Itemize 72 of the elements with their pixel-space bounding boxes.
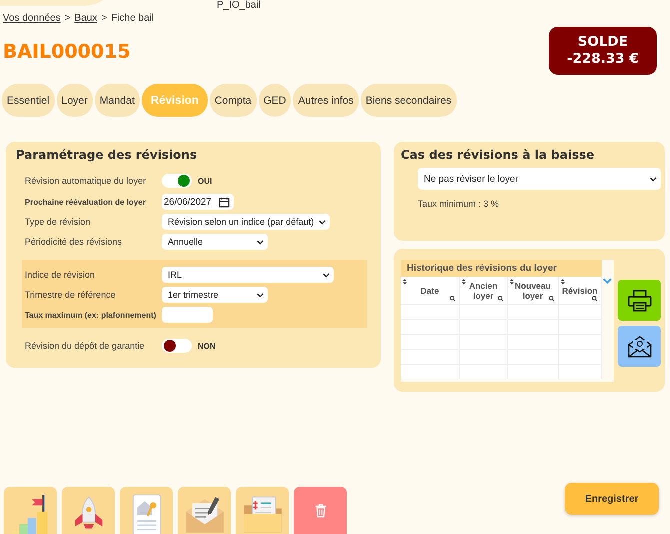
tab[interactable]: Compta (210, 84, 257, 117)
printer-icon (628, 290, 652, 312)
search-icon[interactable] (592, 296, 598, 302)
table-cell (401, 304, 460, 319)
calendar-icon[interactable] (219, 196, 230, 208)
dropdown[interactable]: IRL (162, 267, 334, 283)
app-title: P_IO_bail (217, 0, 261, 11)
panel-title: Paramétrage des révisions (16, 148, 198, 162)
toolbar-button[interactable] (62, 487, 115, 534)
sort-icon[interactable] (403, 279, 407, 285)
dropdown[interactable]: Révision selon un indice (par défaut) (162, 214, 330, 230)
dropdown[interactable]: Ne pas réviser le loyer (418, 168, 661, 190)
tab[interactable]: GED (258, 84, 292, 117)
breadcrumb-link[interactable]: Baux (74, 13, 98, 24)
sort-icon[interactable] (561, 279, 565, 285)
tab[interactable]: Mandat (94, 84, 140, 117)
chevron-down-icon (650, 176, 657, 182)
breadcrumb-link[interactable]: Vos données (3, 13, 61, 24)
minimum-rate-text: Taux minimum : 3 % (418, 199, 500, 209)
sort-icon[interactable] (462, 279, 466, 285)
table-cell (401, 364, 460, 379)
chevron-down-icon (323, 272, 330, 278)
field-label: Révision automatique du loyer (25, 176, 148, 186)
print-button[interactable] (618, 280, 661, 321)
toggle-switch[interactable] (162, 339, 192, 353)
column-header[interactable]: Révision (559, 277, 602, 304)
dropdown[interactable]: Annuelle (162, 234, 268, 250)
search-icon[interactable] (450, 296, 456, 302)
field-label: Révision du dépôt de garantie (25, 341, 146, 351)
field-label: Type de révision (25, 217, 92, 227)
search-icon[interactable] (498, 296, 504, 302)
field-label: Trimestre de référence (25, 290, 117, 300)
sort-icon[interactable] (510, 279, 514, 285)
column-header[interactable]: Ancien loyer (460, 277, 508, 304)
toggle-state: OUI (198, 176, 212, 186)
tab[interactable]: Autres infos (293, 84, 359, 117)
table-cell (401, 319, 460, 334)
chevron-down-icon[interactable] (603, 278, 612, 284)
toggle-state: NON (198, 342, 216, 350)
tab[interactable]: Essentiel (2, 84, 55, 117)
breadcrumb-separator: > (101, 13, 108, 24)
search-icon[interactable] (549, 296, 555, 302)
table-cell (401, 349, 460, 364)
chevron-down-icon (319, 220, 326, 224)
tab[interactable]: Loyer (56, 84, 93, 117)
field-label: Taux maximum (ex: plafonnement) (25, 310, 158, 320)
balance-label: SOLDE (578, 34, 628, 51)
panel-title: Cas des révisions à la baisse (401, 148, 596, 162)
breadcrumb-separator: > (64, 13, 71, 24)
field-label: Périodicité des révisions (25, 237, 124, 247)
breadcrumb-current: Fiche bail (111, 13, 154, 24)
toggle-switch[interactable] (162, 174, 192, 188)
column-header[interactable]: Date (401, 277, 460, 304)
column-header[interactable]: Nouveau loyer (508, 277, 559, 304)
tab[interactable]: Biens secondaires (360, 84, 457, 117)
envelope-at-icon (628, 336, 652, 358)
field-label: Indice de révision (25, 270, 96, 280)
dropdown[interactable]: 1er trimestre (162, 287, 268, 303)
trash-icon (314, 504, 326, 518)
save-button[interactable]: Enregistrer (565, 483, 659, 515)
input-field[interactable] (162, 307, 213, 323)
email-button[interactable] (618, 326, 661, 367)
table-cell (401, 334, 460, 349)
field-label: Prochaine réévaluation de loyer (25, 198, 147, 206)
date-field[interactable]: 26/06/2027 (162, 194, 234, 210)
balance-amount: -228.33 € (567, 51, 639, 68)
record-title: BAIL000015 (3, 41, 132, 63)
chevron-down-icon (257, 240, 264, 244)
chevron-down-icon (257, 292, 264, 298)
table-title: Historique des révisions du loyer (401, 260, 602, 277)
toolbar-button[interactable] (178, 487, 231, 534)
toolbar-button[interactable] (4, 487, 57, 534)
